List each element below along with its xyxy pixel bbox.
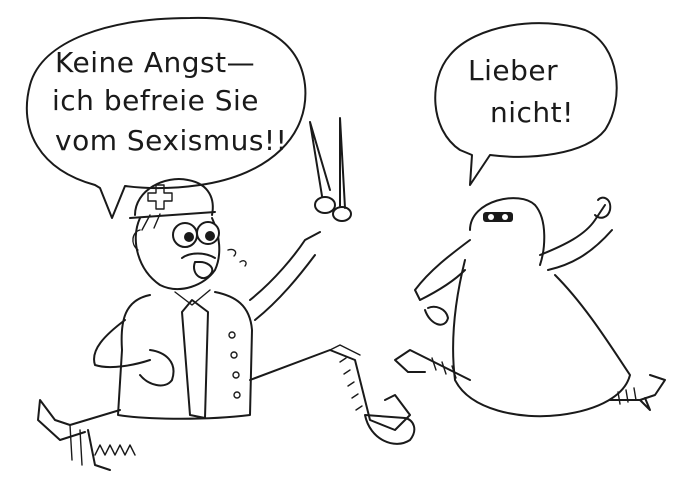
bubble-left-line-1: Keine Angst— [55, 46, 255, 79]
bubble-right-line-1: Lieber [468, 54, 558, 87]
running-man-figure [37, 117, 416, 471]
bubble-left-line-2: ich befreie Sie [52, 84, 259, 117]
bubble-right-line-2: nicht! [490, 96, 574, 129]
speech-bubble-right: Lieber nicht! [434, 22, 618, 186]
motion-scribble [94, 444, 136, 456]
red-cross-helmet-icon [129, 178, 216, 219]
speech-bubble-left: Keine Angst— ich befreie Sie vom Sexismu… [25, 16, 307, 219]
bubble-left-line-3: vom Sexismus!! [55, 124, 287, 157]
burqa-woman-figure [394, 196, 666, 418]
cartoon-canvas: Keine Angst— ich befreie Sie vom Sexismu… [0, 0, 693, 500]
scissors-icon [309, 117, 352, 222]
cartoon-drawing: Keine Angst— ich befreie Sie vom Sexismu… [25, 16, 666, 471]
